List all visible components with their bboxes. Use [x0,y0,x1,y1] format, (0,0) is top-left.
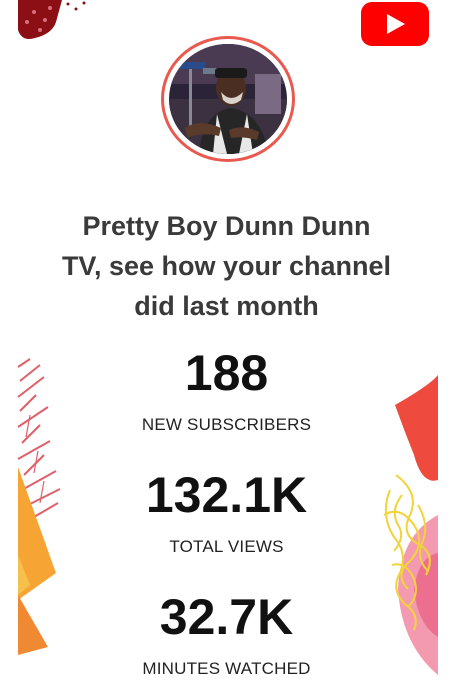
decorative-shape-right [383,375,438,675]
minutes-watched-value: 32.7K [159,589,294,645]
new-subscribers-value: 188 [184,345,269,401]
youtube-logo-icon [361,0,429,48]
decorative-shape-top-left [18,0,86,39]
stat-new-subscribers: 188 NEW SUBSCRIBERS [80,345,373,436]
total-views-label: TOTAL VIEWS [169,537,284,556]
new-subscribers-label: NEW SUBSCRIBERS [141,415,312,434]
stat-total-views: 132.1K TOTAL VIEWS [80,467,373,558]
channel-avatar-ring [161,36,295,162]
minutes-watched-label: MINUTES WATCHED [142,659,311,678]
total-views-value: 132.1K [145,467,308,523]
report-headline: Pretty Boy Dunn Dunn TV, see how your ch… [61,211,392,321]
decorative-shape-left [17,358,61,655]
channel-avatar [169,44,287,154]
stat-minutes-watched: 32.7K MINUTES WATCHED [80,589,373,680]
